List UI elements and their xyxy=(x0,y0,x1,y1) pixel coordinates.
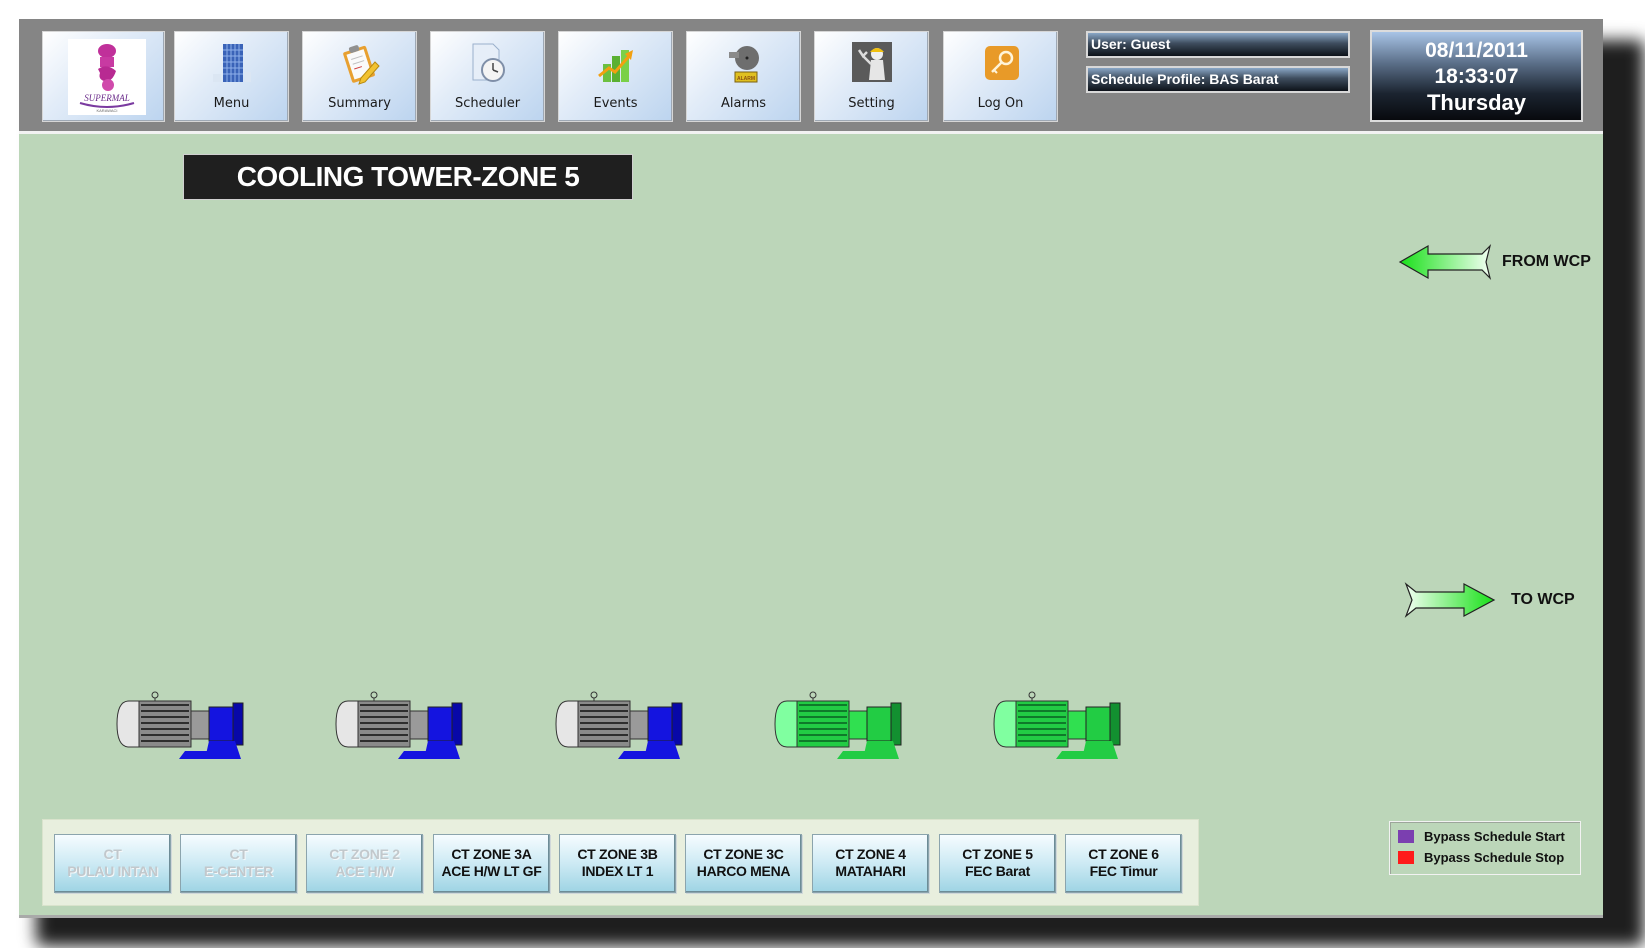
zone-button-line2: FEC Timur xyxy=(1089,863,1158,879)
zone-button-2[interactable]: CT E-CENTER xyxy=(180,834,297,893)
nav-events-label: Events xyxy=(593,96,638,111)
clipboard-icon xyxy=(342,45,380,85)
svg-text:ALARM: ALARM xyxy=(736,76,754,82)
alarm-bell-icon: ALARM xyxy=(728,46,759,83)
legend-swatch-stop xyxy=(1398,851,1414,864)
nav-setting-button[interactable]: Setting xyxy=(814,31,929,122)
key-icon xyxy=(984,46,1019,80)
nav-scheduler-label: Scheduler xyxy=(454,96,521,111)
svg-text:SUPERMAL: SUPERMAL xyxy=(84,93,130,103)
zone-button-line2: HARCO MENA xyxy=(696,863,791,879)
date-text: 08/11/2011 xyxy=(1425,39,1528,62)
time-text: 18:33:07 xyxy=(1434,65,1519,88)
zone-button-5[interactable]: CT ZONE 3B INDEX LT 1 xyxy=(559,834,676,893)
from-wcp-label: FROM WCP xyxy=(1502,253,1591,270)
building-icon xyxy=(212,44,251,82)
page-title: COOLING TOWER-ZONE 5 xyxy=(183,154,633,200)
zone-button-line2: MATAHARI xyxy=(835,863,906,879)
zone-button-line1: CT ZONE 6 xyxy=(1088,846,1159,862)
legend: Bypass Schedule Start Bypass Schedule St… xyxy=(1389,821,1581,875)
schedule-profile-field: Schedule Profile: BAS Barat xyxy=(1086,66,1350,93)
zone-button-line1: CT ZONE 4 xyxy=(835,846,906,862)
nav-menu-button[interactable]: Menu xyxy=(174,31,289,122)
to-wcp-arrow-icon xyxy=(1404,582,1496,618)
zone-button-line2: PULAU INTAN xyxy=(67,863,158,879)
zone-button-8[interactable]: CT ZONE 5 FEC Barat xyxy=(939,834,1056,893)
from-wcp-arrow-icon xyxy=(1398,244,1492,280)
pump-cwp5[interactable] xyxy=(990,689,1130,769)
nav-alarms-button[interactable]: ALARM Alarms xyxy=(686,31,801,122)
pump-cwp3[interactable] xyxy=(552,689,692,769)
zone-button-9[interactable]: CT ZONE 6 FEC Timur xyxy=(1065,834,1182,893)
legend-swatch-start xyxy=(1398,830,1414,843)
chart-arrow-icon xyxy=(597,50,633,82)
day-text: Thursday xyxy=(1426,90,1527,115)
nav-summary-label: Summary xyxy=(328,96,391,111)
nav-alarms-label: Alarms xyxy=(720,96,767,111)
zone-button-line1: CT ZONE 3B xyxy=(577,846,658,862)
zone-button-line1: CT ZONE 2 xyxy=(329,846,400,862)
logo-button[interactable]: SUPERMAL KARAWACI xyxy=(42,31,165,122)
zone-button-3[interactable]: CT ZONE 2 ACE H/W xyxy=(306,834,423,893)
scada-window: SUPERMAL KARAWACI Menu Summary Scheduler… xyxy=(19,19,1603,918)
zone-button-7[interactable]: CT ZONE 4 MATAHARI xyxy=(812,834,929,893)
nav-scheduler-button[interactable]: Scheduler xyxy=(430,31,545,122)
legend-label-start: Bypass Schedule Start xyxy=(1424,829,1565,844)
zone-button-1[interactable]: CT PULAU INTAN xyxy=(54,834,171,893)
nav-events-button[interactable]: Events xyxy=(558,31,673,122)
svg-text:KARAWACI: KARAWACI xyxy=(96,108,117,113)
zone-navigation-bar: CT PULAU INTAN CT E-CENTER CT ZONE 2 ACE H/W C… xyxy=(42,819,1199,906)
supermal-logo: SUPERMAL KARAWACI xyxy=(68,39,146,115)
pump-cwp4[interactable] xyxy=(771,689,911,769)
zone-button-line1: CT xyxy=(229,846,248,862)
zone-button-line1: CT ZONE 3C xyxy=(703,846,784,862)
clock-document-icon xyxy=(472,43,505,82)
zone-button-line2: E-CENTER xyxy=(203,863,274,879)
zone-button-line2: ACE H/W LT GF xyxy=(441,863,542,879)
zone-button-line2: INDEX LT 1 xyxy=(581,863,654,879)
worker-wrench-icon xyxy=(851,42,892,82)
zone-button-6[interactable]: CT ZONE 3C HARCO MENA xyxy=(685,834,802,893)
nav-logon-label: Log On xyxy=(977,96,1024,111)
zone-button-line2: FEC Barat xyxy=(965,863,1030,879)
zone-button-line1: CT xyxy=(103,846,122,862)
zone-button-line2: ACE H/W xyxy=(335,863,394,879)
to-wcp-label: TO WCP xyxy=(1511,591,1575,608)
legend-item-start: Bypass Schedule Start xyxy=(1398,828,1565,846)
legend-label-stop: Bypass Schedule Stop xyxy=(1424,850,1565,865)
header-bar: SUPERMAL KARAWACI Menu Summary Scheduler… xyxy=(19,19,1603,134)
nav-setting-label: Setting xyxy=(848,96,895,111)
zone-button-line1: CT ZONE 5 xyxy=(962,846,1033,862)
nav-menu-label: Menu xyxy=(213,96,250,111)
pump-cwp1[interactable] xyxy=(113,689,253,769)
zone-button-line1: CT ZONE 3A xyxy=(451,846,532,862)
datetime-display: 08/11/2011 18:33:07 Thursday xyxy=(1370,30,1583,122)
nav-summary-button[interactable]: Summary xyxy=(302,31,417,122)
legend-item-stop: Bypass Schedule Stop xyxy=(1398,849,1564,867)
zone-button-4[interactable]: CT ZONE 3A ACE H/W LT GF xyxy=(433,834,550,893)
user-field: User: Guest xyxy=(1086,31,1350,58)
nav-logon-button[interactable]: Log On xyxy=(943,31,1058,122)
pump-cwp2[interactable] xyxy=(332,689,472,769)
